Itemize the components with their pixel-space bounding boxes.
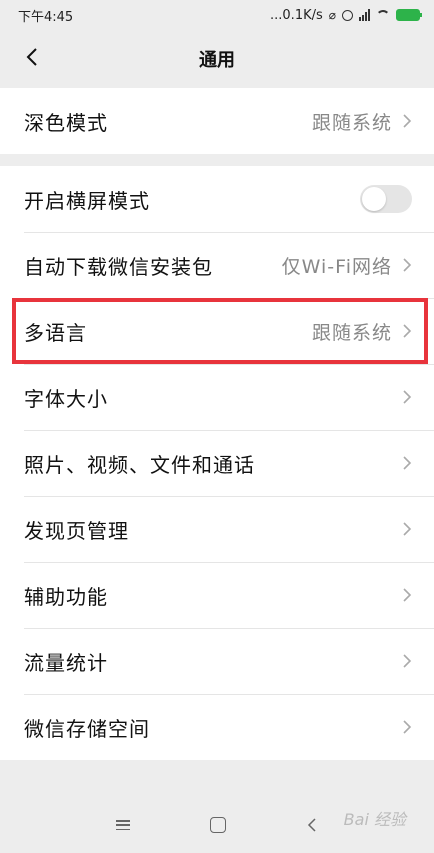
battery-icon: [396, 9, 422, 21]
row-font-size[interactable]: 字体大小: [0, 364, 434, 430]
status-icons: ...0.1K/s ⌀: [270, 7, 422, 23]
row-label: 开启横屏模式: [24, 188, 150, 213]
row-label: 深色模式: [24, 110, 108, 135]
chevron-right-icon: [403, 654, 412, 668]
back-icon[interactable]: [306, 818, 318, 832]
alarm-icon: [342, 9, 353, 21]
row-label: 微信存储空间: [24, 716, 150, 741]
chevron-right-icon: [403, 522, 412, 536]
status-bar: 下午4:45 ...0.1K/s ⌀: [0, 0, 434, 30]
highlight-box: [12, 298, 428, 364]
mute-icon: ⌀: [328, 8, 336, 22]
row-storage[interactable]: 微信存储空间: [0, 694, 434, 760]
back-arrow-icon[interactable]: [22, 46, 44, 68]
network-speed: ...0.1K/s: [270, 7, 323, 23]
row-value: 仅Wi-Fi网络: [281, 255, 392, 278]
chevron-right-icon: [403, 114, 412, 128]
settings-group-1: 深色模式 跟随系统: [0, 88, 434, 154]
status-time: 下午4:45: [18, 9, 74, 25]
signal-icon: [359, 9, 370, 21]
row-label: 自动下载微信安装包: [24, 254, 213, 279]
chevron-right-icon: [403, 720, 412, 734]
nav-bar: 通用: [0, 30, 434, 87]
watermark: Bai 经验: [343, 810, 406, 829]
row-label: 照片、视频、文件和通话: [24, 452, 255, 477]
row-label: 辅助功能: [24, 584, 108, 609]
menu-icon[interactable]: [116, 820, 130, 830]
row-dark-mode[interactable]: 深色模式 跟随系统: [0, 88, 434, 154]
chevron-right-icon: [403, 258, 412, 272]
row-accessibility[interactable]: 辅助功能: [0, 562, 434, 628]
row-media-files[interactable]: 照片、视频、文件和通话: [0, 430, 434, 496]
row-label: 流量统计: [24, 650, 108, 675]
row-auto-download[interactable]: 自动下载微信安装包 仅Wi-Fi网络: [0, 232, 434, 298]
row-label: 字体大小: [24, 386, 108, 411]
chevron-right-icon: [403, 588, 412, 602]
page-title: 通用: [199, 49, 235, 71]
row-discover-manage[interactable]: 发现页管理: [0, 496, 434, 562]
row-data-usage[interactable]: 流量统计: [0, 628, 434, 694]
landscape-toggle[interactable]: [360, 185, 412, 213]
row-label: 发现页管理: [24, 518, 129, 543]
chevron-right-icon: [403, 456, 412, 470]
row-landscape-mode: 开启横屏模式: [0, 166, 434, 232]
row-value: 跟随系统: [311, 111, 392, 134]
wifi-icon: [376, 10, 390, 20]
home-icon[interactable]: [210, 817, 226, 833]
settings-group-2: 开启横屏模式 自动下载微信安装包 仅Wi-Fi网络 多语言 跟随系统 字体大小 …: [0, 166, 434, 760]
chevron-right-icon: [403, 390, 412, 404]
